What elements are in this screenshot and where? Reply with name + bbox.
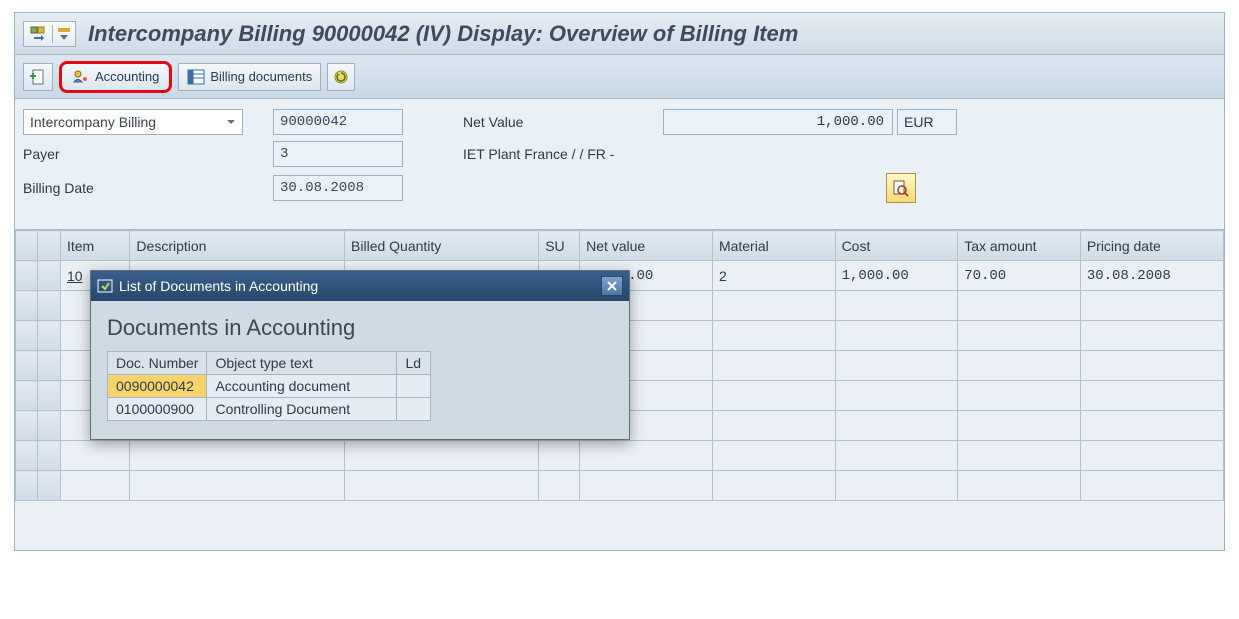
refresh-button[interactable] [327,63,355,91]
payer-label: Payer [23,146,60,162]
doc-number-cell[interactable]: 0090000042 [108,375,207,398]
col-tax-amount[interactable]: Tax amount [958,231,1081,261]
col-material[interactable]: Material [712,231,835,261]
col-net-value[interactable]: Net value [580,231,713,261]
ld-cell [397,375,431,398]
accounting-button[interactable]: Accounting [59,61,172,93]
payer-text: IET Plant France / / FR - [463,146,614,162]
billing-date-field[interactable]: 30.08.2008 [273,175,403,201]
title-mode-toggle[interactable] [23,21,76,47]
doc-number-field[interactable]: 90000042 [273,109,403,135]
payer-field[interactable]: 3 [273,141,403,167]
currency-field: EUR [897,109,957,135]
ld-cell [397,398,431,421]
doc-row[interactable]: 0090000042 Accounting document [108,375,431,398]
accounting-documents-popup: List of Documents in Accounting Document… [90,270,630,440]
table-row [16,441,1224,471]
cell-cost: 1,000.00 [835,261,958,291]
col-pricing-date[interactable]: Pricing date [1080,231,1223,261]
accounting-label: Accounting [95,69,159,84]
cell-tax-amount: 70.00 [958,261,1081,291]
table-header-row: Item Description Billed Quantity SU Net … [16,231,1224,261]
col-doc-number[interactable]: Doc. Number [108,352,207,375]
refresh-icon [333,69,349,85]
obj-type-cell: Accounting document [207,375,397,398]
row-handle-header [38,231,60,261]
document-plus-icon [29,68,47,86]
page-title: Intercompany Billing 90000042 (IV) Displ… [88,21,798,47]
net-value-field: 1,000.00 [663,109,893,135]
items-table-wrap: Item Description Billed Quantity SU Net … [15,230,1224,550]
form-area: Intercompany Billing 90000042 Net Value … [15,99,1224,230]
billing-documents-label: Billing documents [210,69,312,84]
net-value-label: Net Value [463,114,573,130]
divider [52,25,53,43]
close-icon [606,280,618,292]
accounting-icon [72,69,90,85]
chevron-down-icon [226,117,236,127]
toolbar: Accounting Billing documents [15,55,1224,99]
dropdown-icon[interactable] [58,25,70,43]
doc-type-value: Intercompany Billing [30,114,156,130]
popup-titlebar[interactable]: List of Documents in Accounting [91,271,629,301]
doc-number-cell[interactable]: 0100000900 [108,398,207,421]
row-handle-header [16,231,38,261]
doc-row[interactable]: 0100000900 Controlling Document [108,398,431,421]
preview-button[interactable] [886,173,916,203]
col-ld[interactable]: Ld [397,352,431,375]
popup-close-button[interactable] [601,276,623,296]
cell-pricing-date: 30.08.2008 [1080,261,1223,291]
cell-material: 2 [712,261,835,291]
col-obj-type[interactable]: Object type text [207,352,397,375]
magnify-icon [892,179,910,197]
col-item[interactable]: Item [60,231,129,261]
col-billed-qty[interactable]: Billed Quantity [345,231,539,261]
display-change-icon [29,25,47,43]
popup-title-text: List of Documents in Accounting [119,278,318,294]
popup-heading: Documents in Accounting [107,315,613,341]
col-description[interactable]: Description [130,231,345,261]
grid-icon [187,69,205,85]
row-handle[interactable] [16,261,38,291]
billing-documents-button[interactable]: Billing documents [178,63,321,91]
col-su[interactable]: SU [539,231,580,261]
obj-type-cell: Controlling Document [207,398,397,421]
billing-date-label: Billing Date [23,180,94,196]
titlebar: Intercompany Billing 90000042 (IV) Displ… [15,13,1224,55]
doc-type-dropdown[interactable]: Intercompany Billing [23,109,243,135]
add-document-button[interactable] [23,63,53,91]
table-row [16,471,1224,501]
popup-body: Documents in Accounting Doc. Number Obje… [91,301,629,439]
accounting-docs-table: Doc. Number Object type text Ld 00900000… [107,351,431,421]
col-cost[interactable]: Cost [835,231,958,261]
popup-window-icon [97,279,113,293]
row-handle[interactable] [38,261,60,291]
